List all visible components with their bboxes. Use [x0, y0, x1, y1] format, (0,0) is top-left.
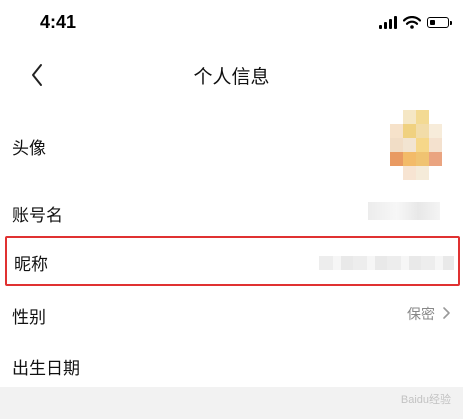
bottom-section-divider [0, 387, 463, 419]
birthday-label: 出生日期 [12, 359, 80, 379]
account-label: 账号名 [12, 206, 63, 226]
gender-row[interactable]: 性别 保密 [0, 296, 463, 332]
nickname-value-redacted [319, 256, 454, 270]
account-row[interactable]: 账号名 [0, 192, 463, 230]
status-time: 4:41 [40, 12, 77, 32]
chevron-right-icon [443, 307, 450, 319]
wifi-icon [403, 16, 421, 29]
nickname-row[interactable]: 昵称 [5, 236, 460, 286]
nav-bar: 个人信息 [0, 52, 463, 98]
avatar[interactable] [390, 110, 442, 180]
gender-label: 性别 [12, 308, 46, 328]
nickname-label: 昵称 [14, 255, 48, 275]
battery-icon [427, 17, 452, 28]
avatar-label: 头像 [12, 139, 46, 159]
account-value-redacted [368, 202, 440, 220]
signal-icon [379, 16, 397, 29]
status-icons [379, 16, 452, 29]
birthday-row[interactable]: 出生日期 [0, 346, 463, 382]
status-bar: 4:41 [0, 0, 463, 50]
gender-value: 保密 [407, 307, 435, 323]
watermark: Baidu经验 [400, 394, 451, 406]
avatar-row[interactable]: 头像 [0, 110, 463, 182]
page-title: 个人信息 [193, 66, 270, 88]
